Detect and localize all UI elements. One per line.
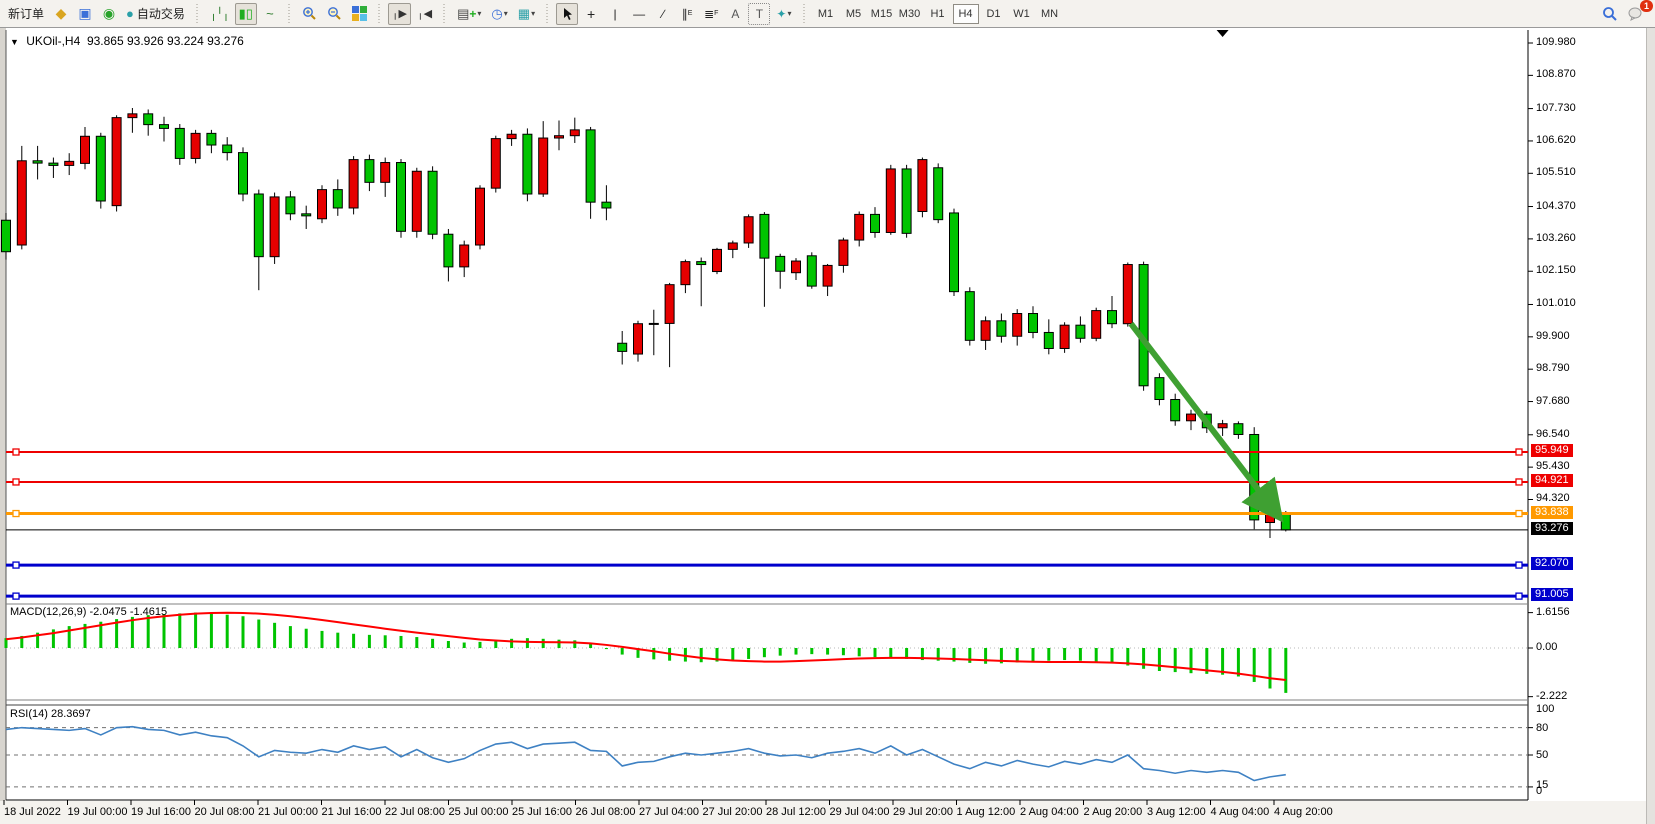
- toolbar-grip: [442, 4, 447, 24]
- toolbar-grip: [545, 4, 550, 24]
- macd-values: -2.0475 -1.4615: [89, 606, 167, 618]
- zoom-out-icon[interactable]: [323, 3, 346, 25]
- timeframe-mn[interactable]: MN: [1037, 4, 1063, 24]
- ohlc-close: 93.276: [207, 34, 244, 48]
- horizontal-line-icon[interactable]: —: [628, 3, 650, 25]
- template-icon: ▦: [518, 6, 530, 22]
- autotrade-label: 自动交易: [137, 5, 185, 22]
- signals-icon[interactable]: ◉: [98, 3, 120, 25]
- timeframe-m30[interactable]: M30: [897, 4, 923, 24]
- timeframe-m1[interactable]: M1: [813, 4, 839, 24]
- collapse-indicator-icon[interactable]: ▼: [10, 37, 19, 47]
- chart-shift-icon[interactable]: ╷◀: [413, 3, 436, 25]
- equidistant-channel-icon[interactable]: ∥E: [676, 3, 698, 25]
- candlestick-chart-icon[interactable]: ▮▯: [235, 3, 257, 25]
- new-chart-button[interactable]: ▤+▾: [453, 3, 485, 25]
- timeframe-d1[interactable]: D1: [981, 4, 1007, 24]
- cursor-icon[interactable]: [556, 3, 578, 25]
- line-chart-icon[interactable]: ~: [259, 3, 281, 25]
- symbols-icon[interactable]: ◆: [50, 3, 72, 25]
- bar-chart-icon[interactable]: ╷╵╷: [206, 3, 233, 25]
- trendline-icon[interactable]: ∕: [652, 3, 674, 25]
- main-toolbar: 新订单 ◆ ▣ ◉ ● 自动交易 ╷╵╷ ▮▯ ~ ╷▶ ╷◀ ▤+▾: [0, 0, 1655, 28]
- clock-icon: ◷: [491, 6, 502, 22]
- ohlc-low: 93.224: [167, 34, 204, 48]
- crosshair-icon[interactable]: +: [580, 3, 602, 25]
- autotrade-button[interactable]: ● 自动交易: [122, 3, 189, 25]
- arrows-icon[interactable]: ✦▾: [772, 3, 795, 25]
- search-icon[interactable]: [1598, 3, 1622, 25]
- notifications-icon[interactable]: 1: [1624, 3, 1648, 25]
- symbol-period-label: UKOil-,H4: [26, 34, 80, 48]
- timeframe-h1[interactable]: H1: [925, 4, 951, 24]
- toolbar-grip: [287, 4, 292, 24]
- timeframe-m5[interactable]: M5: [841, 4, 867, 24]
- chart-window[interactable]: ▼ UKOil-,H4 93.865 93.926 93.224 93.276 …: [0, 28, 1655, 824]
- timeframe-m15[interactable]: M15: [869, 4, 895, 24]
- vertical-line-icon[interactable]: |: [604, 3, 626, 25]
- fibonacci-icon[interactable]: ≣F: [700, 3, 722, 25]
- period-button[interactable]: ◷▾: [487, 3, 511, 25]
- toolbar-grip: [802, 4, 807, 24]
- ohlc-high: 93.926: [127, 34, 164, 48]
- rsi-label: RSI(14) 28.3697: [10, 708, 91, 720]
- auto-scroll-icon[interactable]: ╷▶: [388, 3, 411, 25]
- timeframe-group: M1M5M15M30H1H4D1W1MN: [809, 0, 1067, 28]
- new-order-button[interactable]: 新订单: [4, 3, 48, 25]
- timeframe-h4[interactable]: H4: [953, 4, 979, 24]
- window-edge-strip: [1646, 28, 1655, 824]
- notification-badge: 1: [1640, 0, 1653, 12]
- timeframe-w1[interactable]: W1: [1009, 4, 1035, 24]
- toolbar-grip: [377, 4, 382, 24]
- tile-windows-icon[interactable]: [348, 3, 371, 25]
- toolbar-grip: [195, 4, 200, 24]
- macd-label: MACD(12,26,9) -2.0475 -1.4615: [10, 606, 167, 618]
- text-label-icon[interactable]: T: [748, 3, 770, 25]
- chart-title: ▼ UKOil-,H4 93.865 93.926 93.224 93.276: [10, 34, 244, 48]
- autotrade-globe-icon: ●: [126, 6, 134, 21]
- template-button[interactable]: ▦▾: [514, 3, 539, 25]
- ohlc-open: 93.865: [87, 34, 124, 48]
- market-watch-icon[interactable]: ▣: [74, 3, 96, 25]
- zoom-in-icon[interactable]: [298, 3, 321, 25]
- text-icon[interactable]: A: [724, 3, 746, 25]
- chart-canvas[interactable]: [0, 28, 1655, 824]
- rsi-value: 28.3697: [51, 708, 91, 720]
